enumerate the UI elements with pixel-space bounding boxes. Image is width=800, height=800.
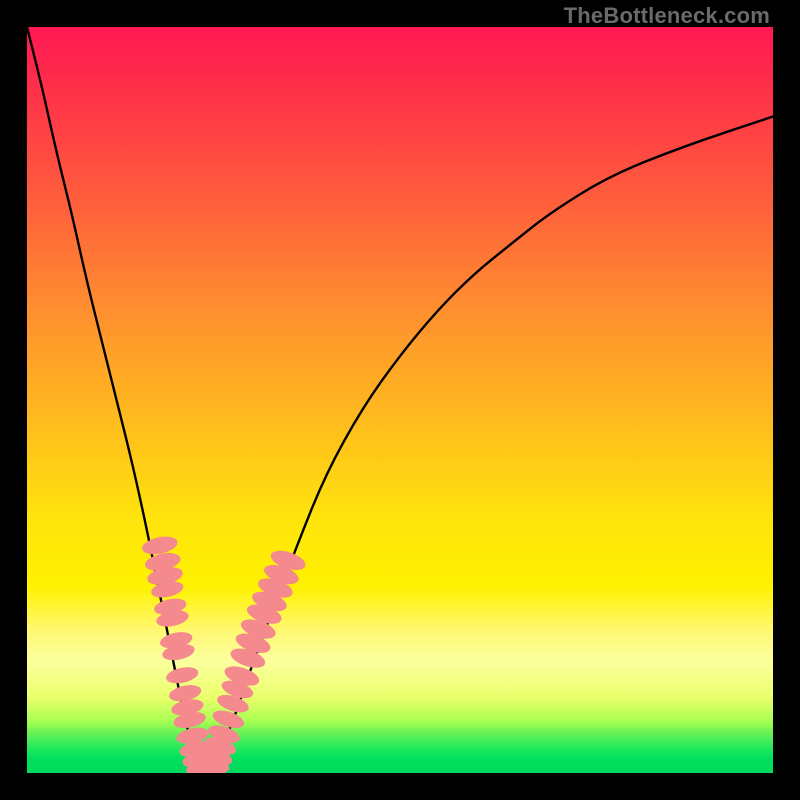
bottleneck-curve	[27, 27, 773, 771]
watermark-text: TheBottleneck.com	[564, 3, 770, 29]
highlight-markers	[140, 534, 307, 773]
outer-frame: TheBottleneck.com	[0, 0, 800, 800]
marker-dot	[165, 665, 200, 686]
chart-svg	[27, 27, 773, 773]
plot-area	[27, 27, 773, 773]
